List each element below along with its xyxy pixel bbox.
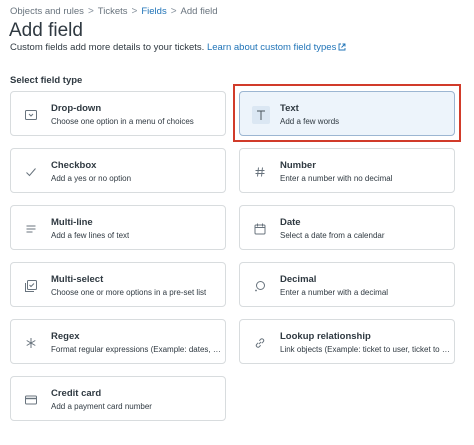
field-type-description: Select a date from a calendar [280,231,385,240]
field-type-title: Multi-select [51,274,104,285]
lines-icon [23,221,39,237]
field-type-title: Multi-line [51,217,93,228]
field-type-title: Decimal [280,274,317,285]
text-icon [252,106,270,124]
page-subtitle: Custom fields add more details to your t… [10,42,346,53]
field-type-card-dropdown[interactable]: Drop-down Choose one option in a menu of… [10,91,226,136]
asterisk-icon [23,335,39,351]
breadcrumb-tickets[interactable]: Tickets [98,6,128,17]
field-type-card-multi-line[interactable]: Multi-line Add a few lines of text [10,205,226,250]
breadcrumb-objects-and-rules[interactable]: Objects and rules [10,6,84,17]
calendar-icon [252,221,268,237]
breadcrumb-separator: > [87,6,94,17]
page-title: Add field [9,20,83,41]
field-type-title: Regex [51,331,80,342]
field-type-title: Text [280,103,299,114]
breadcrumb: Objects and rules > Tickets > Fields > A… [10,6,218,17]
multiselect-icon [23,278,39,294]
field-type-title: Credit card [51,388,102,399]
field-type-description: Choose one option in a menu of choices [51,117,194,126]
section-label: Select field type [10,75,83,86]
field-type-card-decimal[interactable]: Decimal Enter a number with a decimal [239,262,455,307]
field-type-card-number[interactable]: Number Enter a number with no decimal [239,148,455,193]
field-type-description: Add a payment card number [51,402,152,411]
breadcrumb-separator: > [131,6,138,17]
field-type-description: Add a few lines of text [51,231,130,240]
field-type-card-text[interactable]: Text Add a few words [239,91,455,136]
field-type-description: Enter a number with a decimal [280,288,389,297]
field-type-description: Add a yes or no option [51,174,132,183]
field-type-title: Date [280,217,301,228]
field-type-card-credit-card[interactable]: Credit card Add a payment card number [10,376,226,421]
field-type-description: Link objects (Example: ticket to user, t… [280,345,452,354]
breadcrumb-separator: > [170,6,177,17]
decimal-icon [252,278,268,294]
field-type-title: Drop-down [51,103,102,114]
learn-more-link[interactable]: Learn about custom field types [207,42,346,53]
link-icon [252,335,268,351]
field-type-description: Enter a number with no decimal [280,174,393,183]
breadcrumb-add-field: Add field [180,6,218,17]
external-link-icon [338,43,346,51]
field-type-description: Format regular expressions (Example: dat… [51,345,223,354]
field-type-title: Number [280,160,316,171]
field-type-card-lookup-relationship[interactable]: Lookup relationship Link objects (Exampl… [239,319,455,364]
breadcrumb-fields[interactable]: Fields [141,6,166,17]
field-type-title: Lookup relationship [280,331,371,342]
credit-card-icon [23,392,39,408]
learn-more-link-label[interactable]: Learn about custom field types [207,42,336,53]
field-type-description: Choose one or more options in a pre-set … [51,288,207,297]
field-type-description: Add a few words [280,117,340,126]
field-type-card-date[interactable]: Date Select a date from a calendar [239,205,455,250]
field-type-card-multi-select[interactable]: Multi-select Choose one or more options … [10,262,226,307]
field-type-card-regex[interactable]: Regex Format regular expressions (Exampl… [10,319,226,364]
field-type-card-checkbox[interactable]: Checkbox Add a yes or no option [10,148,226,193]
hash-icon [252,164,268,180]
field-type-title: Checkbox [51,160,97,171]
subtitle-text: Custom fields add more details to your t… [10,42,205,53]
checkmark-icon [23,164,39,180]
dropdown-icon [23,107,39,123]
